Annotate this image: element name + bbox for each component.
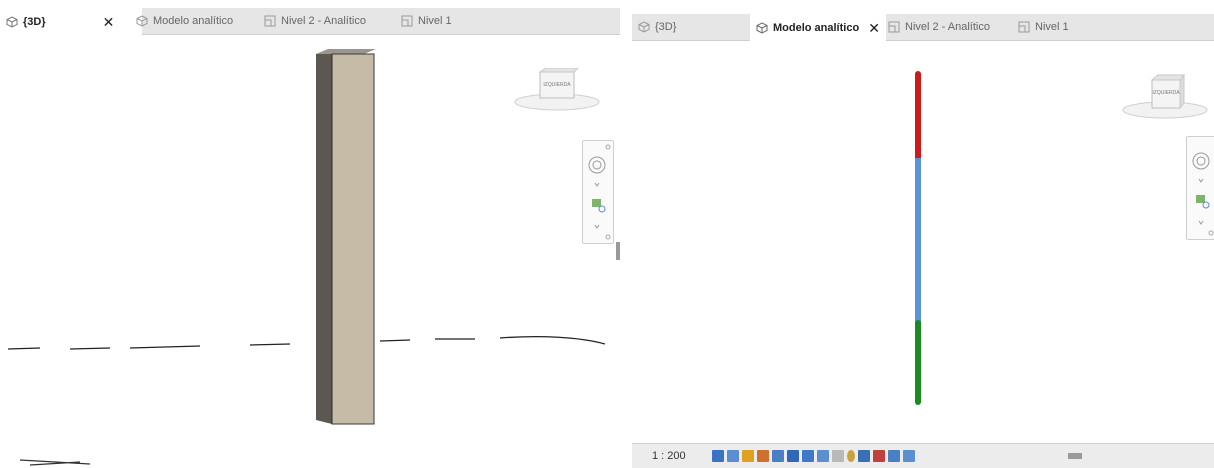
3d-box-icon [638, 21, 650, 33]
reveal-hidden-icon[interactable] [847, 450, 855, 462]
render-icon[interactable] [772, 450, 784, 462]
view-scale[interactable]: 1 : 200 [652, 450, 712, 462]
viewcube-face-label: IZQUIERDA [543, 82, 571, 88]
left-viewport-3d[interactable]: {3D} ✕ Modelo analítico Nivel 2 - Analít… [0, 0, 620, 468]
right-viewport-analytical[interactable]: {3D} Modelo analítico ✕ Nivel 2 - Analít… [632, 0, 1214, 468]
tab-label: Nivel 2 - Analítico [905, 21, 990, 33]
analytical-column-member[interactable] [910, 68, 926, 410]
navigation-bar[interactable] [1186, 136, 1214, 240]
unlock-view-icon[interactable] [817, 450, 829, 462]
floor-plan-icon [1018, 21, 1030, 33]
highlight-displacement-icon[interactable] [873, 450, 885, 462]
floor-plan-icon [888, 21, 900, 33]
3d-box-icon [756, 21, 768, 34]
viewcube-face-label: IZQUIERDA [1152, 90, 1180, 96]
visual-style-icon[interactable] [727, 450, 739, 462]
tab-modelo-analitico[interactable]: Modelo analítico ✕ [750, 14, 886, 41]
tab-nivel-2-analitico[interactable]: Nivel 2 - Analítico [882, 14, 996, 40]
close-icon[interactable]: ✕ [868, 21, 880, 35]
show-crop-icon[interactable] [802, 450, 814, 462]
sun-path-icon[interactable] [742, 450, 754, 462]
scrollbar-thumb[interactable] [1068, 453, 1082, 459]
view-tab-bar: {3D} Modelo analítico ✕ Nivel 2 - Analít… [632, 14, 1214, 41]
viewcube[interactable]: IZQUIERDA [1120, 73, 1210, 127]
concrete-column[interactable] [310, 48, 380, 428]
worksharing-display-icon[interactable] [903, 450, 915, 462]
reveal-constraints-icon[interactable] [888, 450, 900, 462]
tab-label: {3D} [655, 21, 677, 33]
temporary-hide-icon[interactable] [832, 450, 844, 462]
image-divider [620, 0, 632, 468]
navigation-bar[interactable] [582, 140, 614, 244]
crop-view-icon[interactable] [787, 450, 799, 462]
shadows-icon[interactable] [757, 450, 769, 462]
tab-nivel-1[interactable]: Nivel 1 [1012, 14, 1075, 40]
tab-label: Modelo analítico [773, 21, 860, 34]
tab-3d[interactable]: {3D} [632, 14, 682, 40]
detail-level-icon[interactable] [712, 450, 724, 462]
analytical-model-icon[interactable] [858, 450, 870, 462]
viewcube[interactable]: IZQUIERDA [512, 67, 602, 117]
tab-label: Nivel 1 [1035, 21, 1069, 33]
view-control-bar: 1 : 200 [632, 443, 1214, 468]
